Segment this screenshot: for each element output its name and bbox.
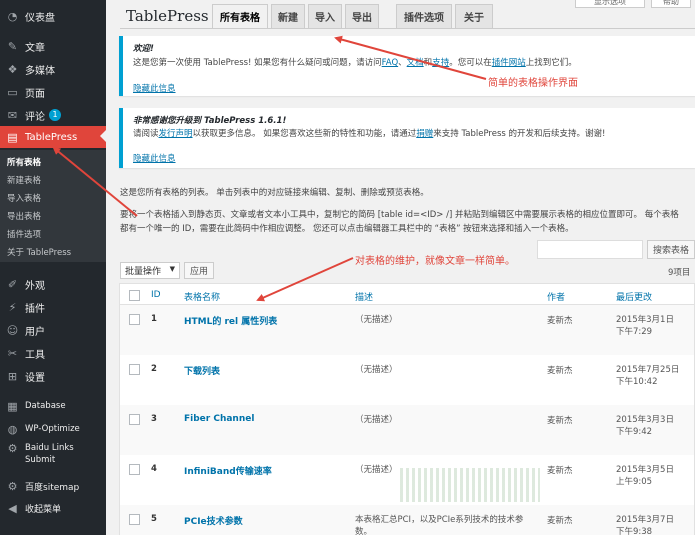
arrow-to-submenu [52, 146, 138, 217]
arrow-to-table-name [256, 257, 354, 302]
arrow-to-tabs [334, 35, 487, 80]
annotation-arrows [52, 35, 487, 302]
